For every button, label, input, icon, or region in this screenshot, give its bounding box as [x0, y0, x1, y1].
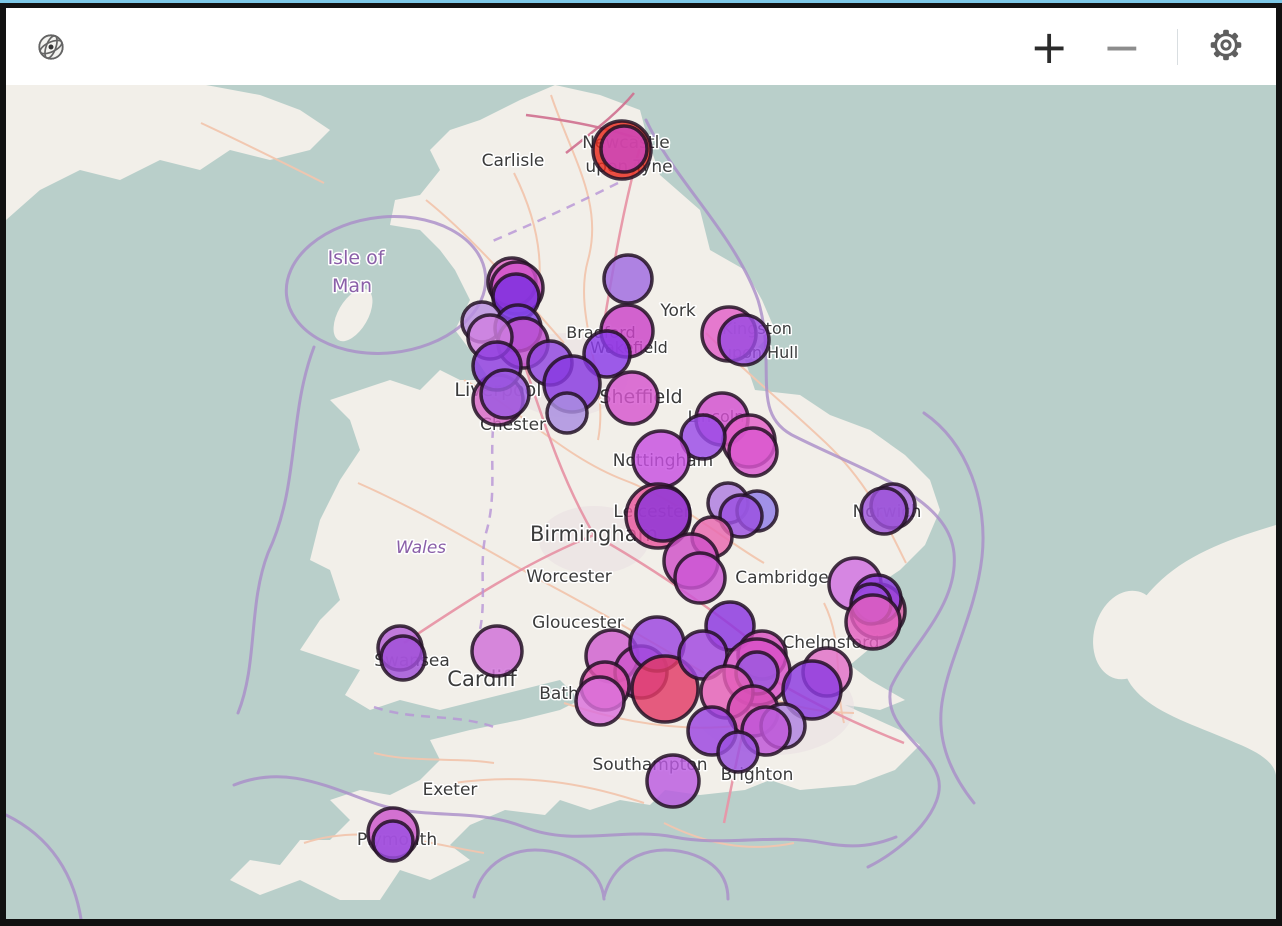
- map-label: Wales: [396, 538, 446, 558]
- map-label: Exeter: [423, 780, 478, 800]
- toolbar-divider: [1177, 29, 1178, 65]
- city-marker[interactable]: [861, 488, 907, 534]
- city-marker[interactable]: [606, 372, 658, 424]
- zoom-out-button[interactable]: −: [1092, 24, 1151, 70]
- settings-button[interactable]: [1198, 27, 1254, 66]
- map-canvas[interactable]: CarlisleNewcastleupon TyneIsle ofManYork…: [6, 85, 1276, 919]
- globe-logo-icon[interactable]: [34, 30, 68, 64]
- zoom-in-button[interactable]: +: [1020, 24, 1079, 70]
- map-label: Man: [332, 275, 372, 297]
- city-marker[interactable]: [846, 595, 900, 649]
- map-label: Worcester: [526, 567, 612, 587]
- city-marker[interactable]: [647, 755, 699, 807]
- city-marker[interactable]: [636, 487, 690, 541]
- gear-icon: [1208, 27, 1244, 66]
- city-marker[interactable]: [373, 821, 413, 861]
- app-window: + −: [6, 8, 1276, 919]
- city-marker[interactable]: [729, 428, 777, 476]
- map-label: Cambridge: [735, 568, 828, 588]
- city-marker[interactable]: [675, 553, 725, 603]
- city-marker[interactable]: [601, 126, 647, 172]
- city-marker[interactable]: [604, 255, 652, 303]
- map-label: Carlisle: [482, 151, 545, 171]
- city-marker[interactable]: [472, 626, 522, 676]
- toolbar: + −: [6, 8, 1276, 85]
- city-marker[interactable]: [718, 732, 758, 772]
- map-label: York: [659, 301, 696, 321]
- window-accent-line: [0, 0, 1282, 3]
- city-marker[interactable]: [381, 636, 425, 680]
- map-label: Isle of: [328, 247, 386, 269]
- city-marker[interactable]: [576, 677, 624, 725]
- city-marker[interactable]: [547, 393, 587, 433]
- city-marker[interactable]: [481, 370, 529, 418]
- city-marker[interactable]: [719, 315, 769, 365]
- city-marker[interactable]: [633, 431, 689, 487]
- map-label: Bath: [539, 684, 579, 704]
